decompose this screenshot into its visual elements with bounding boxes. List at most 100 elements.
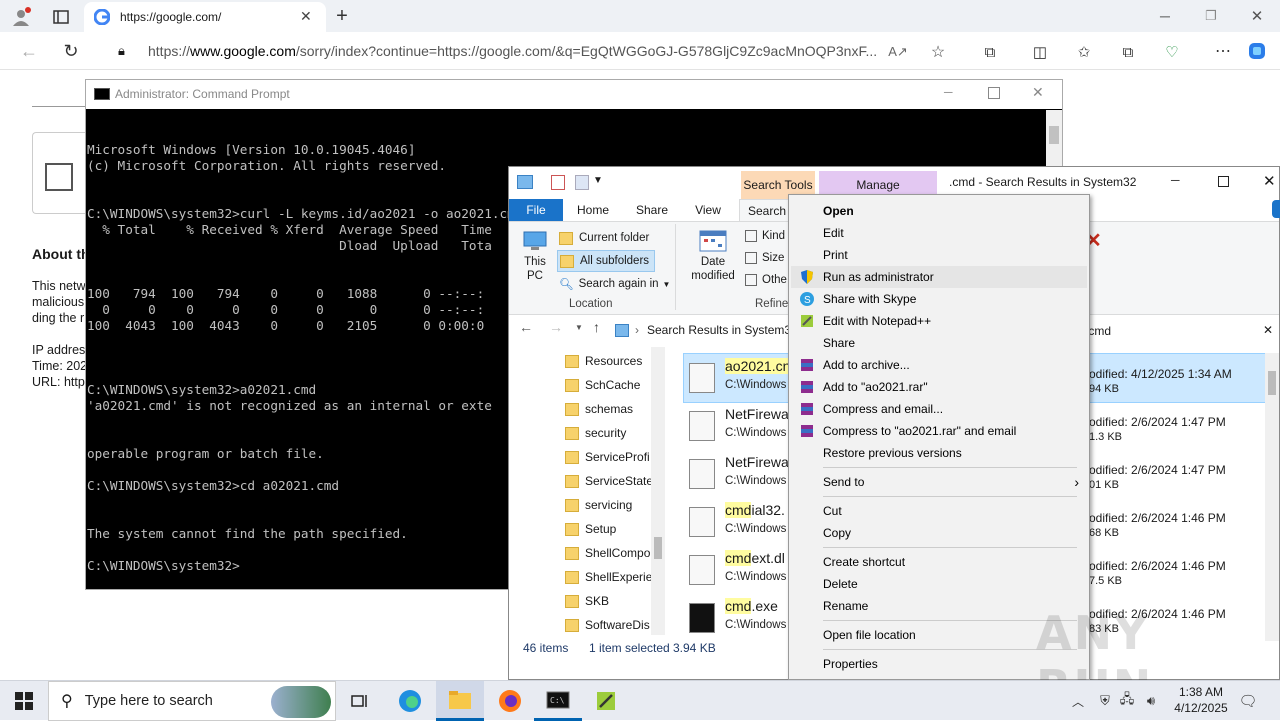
menu-item-create-shortcut[interactable]: Create shortcut xyxy=(791,551,1087,573)
menu-item-share-skype[interactable]: S Share with Skype xyxy=(791,288,1087,310)
new-folder-icon[interactable] xyxy=(575,175,589,190)
back-icon[interactable]: ← xyxy=(18,40,40,62)
refine-group-label: Refine xyxy=(755,298,789,310)
tab-actions-icon[interactable] xyxy=(50,6,72,28)
restore-icon[interactable]: ❐ xyxy=(1202,6,1220,26)
menu-item-add-rar[interactable]: Add to "ao2021.rar" xyxy=(791,376,1087,398)
menu-item-print[interactable]: Print xyxy=(791,244,1087,266)
network-icon[interactable]: 🖧︎ xyxy=(1118,691,1136,711)
other-properties-button[interactable]: Othe xyxy=(745,274,787,286)
more-icon[interactable]: ⋯ xyxy=(1212,40,1234,62)
menu-item-run-as-admin[interactable]: Run as administrator xyxy=(791,266,1087,288)
menu-item-compress-email[interactable]: Compress and email... xyxy=(791,398,1087,420)
skype-icon: S xyxy=(800,292,814,306)
task-view-button[interactable] xyxy=(336,681,384,721)
volume-icon[interactable]: 🔊︎ xyxy=(1142,691,1160,711)
menu-item-compress-rar-email[interactable]: Compress to "ao2021.rar" and email xyxy=(791,420,1087,442)
cmd-scroll-thumb[interactable] xyxy=(1049,126,1059,144)
firefox-icon xyxy=(499,690,521,712)
winrar-icon xyxy=(801,359,813,371)
clear-search-icon[interactable]: ✕ xyxy=(1263,323,1273,337)
kind-button[interactable]: Kind xyxy=(745,230,785,242)
windows-logo-icon xyxy=(15,692,33,710)
cmd-title-bar[interactable]: Administrator: Command Prompt ─ ✕ xyxy=(86,80,1062,109)
new-tab-icon[interactable]: + xyxy=(330,4,354,28)
browser-essentials-icon[interactable]: ♡ xyxy=(1162,42,1182,62)
favorites-icon[interactable]: ✩ xyxy=(1074,42,1094,62)
address-bar[interactable]: 🔒︎ https://www.google.com/sorry/index?co… xyxy=(100,37,878,65)
breadcrumb[interactable]: › Search Results in System32 xyxy=(615,319,791,341)
explorer-close-icon[interactable]: ✕ xyxy=(1263,172,1276,190)
browser-tab[interactable]: https://google.com/ ✕ xyxy=(84,2,326,32)
properties-icon[interactable] xyxy=(551,175,565,190)
menu-item-share[interactable]: Share xyxy=(791,332,1087,354)
explorer-maximize-icon[interactable] xyxy=(1218,176,1229,187)
security-tray-icon[interactable]: ⛨ xyxy=(1096,691,1114,711)
menu-item-restore-versions[interactable]: Restore previous versions xyxy=(791,442,1087,464)
menu-item-notepadpp[interactable]: Edit with Notepad++ xyxy=(791,310,1087,332)
text-file-icon xyxy=(689,411,715,441)
favorite-star-icon[interactable]: ☆ xyxy=(928,42,948,62)
recent-locations-icon[interactable]: ▼ xyxy=(575,323,583,332)
file-list-scrollbar[interactable] xyxy=(1265,353,1279,641)
file-scroll-thumb[interactable] xyxy=(1268,371,1276,395)
taskbar-explorer[interactable] xyxy=(436,681,484,721)
submenu-arrow-icon: › xyxy=(1074,474,1079,490)
menu-item-delete[interactable]: Delete xyxy=(791,573,1087,595)
close-tab-icon[interactable]: ✕ xyxy=(300,8,312,25)
menu-item-add-archive[interactable]: Add to archive... xyxy=(791,354,1087,376)
explorer-icon xyxy=(517,175,533,189)
cmd-maximize-icon[interactable] xyxy=(988,87,1000,99)
search-again-button[interactable]: 🔍︎ Search again in ▼ xyxy=(559,274,670,294)
edge-icon xyxy=(399,690,421,712)
cmd-close-icon[interactable]: ✕ xyxy=(1032,84,1044,101)
show-hidden-icons[interactable]: ︿ xyxy=(1070,691,1086,711)
minimize-icon[interactable]: ─ xyxy=(1156,6,1174,26)
search-results-icon xyxy=(615,323,629,337)
date-modified-button[interactable]: Date modified xyxy=(683,228,743,283)
tab-home[interactable]: Home xyxy=(569,199,617,221)
copilot-icon[interactable] xyxy=(1246,40,1268,62)
collections-icon[interactable]: ⧉ xyxy=(1118,42,1138,62)
cmd-minimize-icon[interactable]: ─ xyxy=(944,85,953,99)
tab-file[interactable]: File xyxy=(509,199,563,221)
current-folder-button[interactable]: Current folder xyxy=(559,228,649,248)
nav-forward-icon[interactable]: → xyxy=(549,319,563,335)
taskbar-notepadpp[interactable] xyxy=(582,681,630,721)
tab-view[interactable]: View xyxy=(685,199,731,221)
profile-icon[interactable] xyxy=(10,6,32,28)
nav-back-icon[interactable]: ← xyxy=(519,319,533,335)
tab-share[interactable]: Share xyxy=(629,199,675,221)
taskbar-cmd[interactable]: C:\ xyxy=(534,681,582,721)
location-group-label: Location xyxy=(569,298,613,310)
start-button[interactable] xyxy=(0,681,48,721)
search-input[interactable]: .cmd ✕ xyxy=(1085,319,1277,343)
qat-dropdown-icon[interactable]: ▼ xyxy=(593,175,603,186)
cmd-icon: C:\ xyxy=(546,691,570,708)
captcha-box xyxy=(32,132,92,214)
extensions-icon[interactable]: ⧉ xyxy=(980,42,1000,62)
close-window-icon[interactable]: ✕ xyxy=(1248,6,1266,26)
all-subfolders-button[interactable]: All subfolders xyxy=(557,250,655,272)
taskbar-edge[interactable] xyxy=(386,681,434,721)
tab-search[interactable]: Search xyxy=(739,199,795,221)
taskbar-firefox[interactable] xyxy=(486,681,534,721)
read-aloud-icon[interactable]: A↗ xyxy=(888,42,908,62)
explorer-minimize-icon[interactable]: ─ xyxy=(1171,173,1180,187)
menu-item-cut[interactable]: Cut xyxy=(791,500,1087,522)
split-screen-icon[interactable]: ◫ xyxy=(1030,42,1050,62)
refresh-icon[interactable]: ↻ xyxy=(60,40,82,62)
search-again-icon: 🔍︎ xyxy=(559,279,574,291)
menu-item-copy[interactable]: Copy xyxy=(791,522,1087,544)
taskbar-search[interactable]: ⚲ Type here to search xyxy=(48,681,336,721)
this-pc-button[interactable]: This PC xyxy=(517,226,553,290)
notifications-icon[interactable]: 🗨︎ xyxy=(1238,691,1258,711)
clock[interactable]: 1:38 AM 4/12/2025 xyxy=(1168,684,1234,716)
captcha-checkbox[interactable] xyxy=(45,163,73,191)
size-button[interactable]: Size xyxy=(745,252,784,264)
page-text: This netw malicious ding the r IP addres… xyxy=(32,279,88,389)
menu-item-open[interactable]: Open xyxy=(791,200,1087,222)
menu-item-edit[interactable]: Edit xyxy=(791,222,1087,244)
nav-up-icon[interactable]: ↑ xyxy=(593,319,600,335)
menu-item-send-to[interactable]: Send to › xyxy=(791,471,1087,493)
